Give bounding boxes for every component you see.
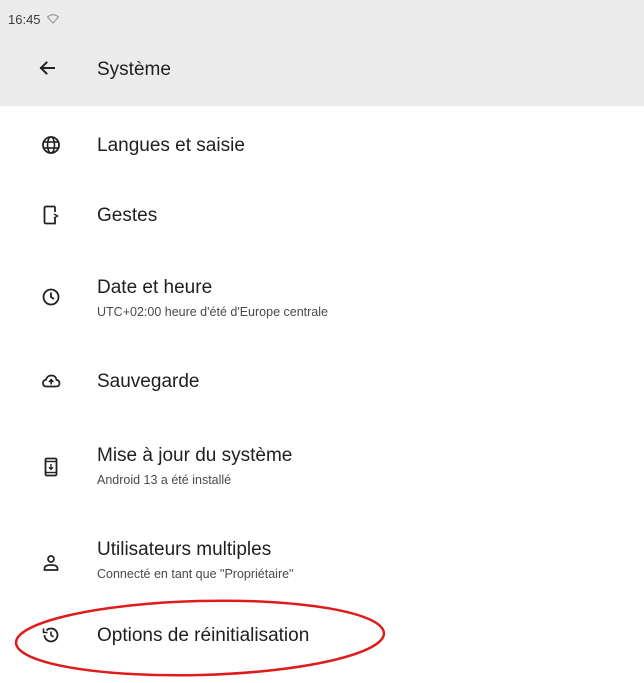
page-title: Système — [97, 59, 171, 80]
back-button[interactable] — [34, 57, 60, 83]
wifi-icon — [46, 14, 59, 24]
settings-item-gestures[interactable]: Gestes — [0, 190, 644, 240]
settings-item-summary: Connecté en tant que "Propriétaire" — [97, 567, 294, 581]
history-icon — [40, 624, 62, 646]
arrow-back-icon — [37, 58, 57, 83]
system-update-icon — [40, 456, 62, 478]
settings-item-multiple-users[interactable]: Utilisateurs multiples Connecté en tant … — [0, 530, 644, 590]
settings-item-title: Sauvegarde — [97, 371, 200, 392]
settings-item-summary: UTC+02:00 heure d'été d'Europe centrale — [97, 305, 328, 319]
settings-item-reset-options[interactable]: Options de réinitialisation — [0, 614, 644, 664]
settings-item-date-time[interactable]: Date et heure UTC+02:00 heure d'été d'Eu… — [0, 266, 644, 326]
clock-icon — [40, 286, 62, 308]
settings-item-backup[interactable]: Sauvegarde — [0, 356, 644, 406]
settings-item-title: Options de réinitialisation — [97, 625, 310, 646]
settings-item-title: Mise à jour du système — [97, 445, 293, 466]
gestures-phone-icon — [40, 204, 62, 226]
settings-item-summary: Android 13 a été installé — [97, 473, 232, 487]
settings-item-title: Utilisateurs multiples — [97, 539, 272, 560]
status-bar: 16:45 — [8, 10, 59, 28]
settings-item-title: Langues et saisie — [97, 135, 245, 156]
settings-item-title: Gestes — [97, 205, 158, 226]
settings-item-system-update[interactable]: Mise à jour du système Android 13 a été … — [0, 436, 644, 496]
cloud-upload-icon — [40, 370, 62, 392]
app-header: 16:45 Système — [0, 0, 644, 106]
person-icon — [40, 552, 62, 574]
settings-item-languages[interactable]: Langues et saisie — [0, 120, 644, 170]
toolbar: Système — [0, 46, 644, 94]
globe-icon — [40, 134, 62, 156]
status-time: 16:45 — [8, 11, 41, 27]
settings-item-title: Date et heure — [97, 277, 213, 298]
